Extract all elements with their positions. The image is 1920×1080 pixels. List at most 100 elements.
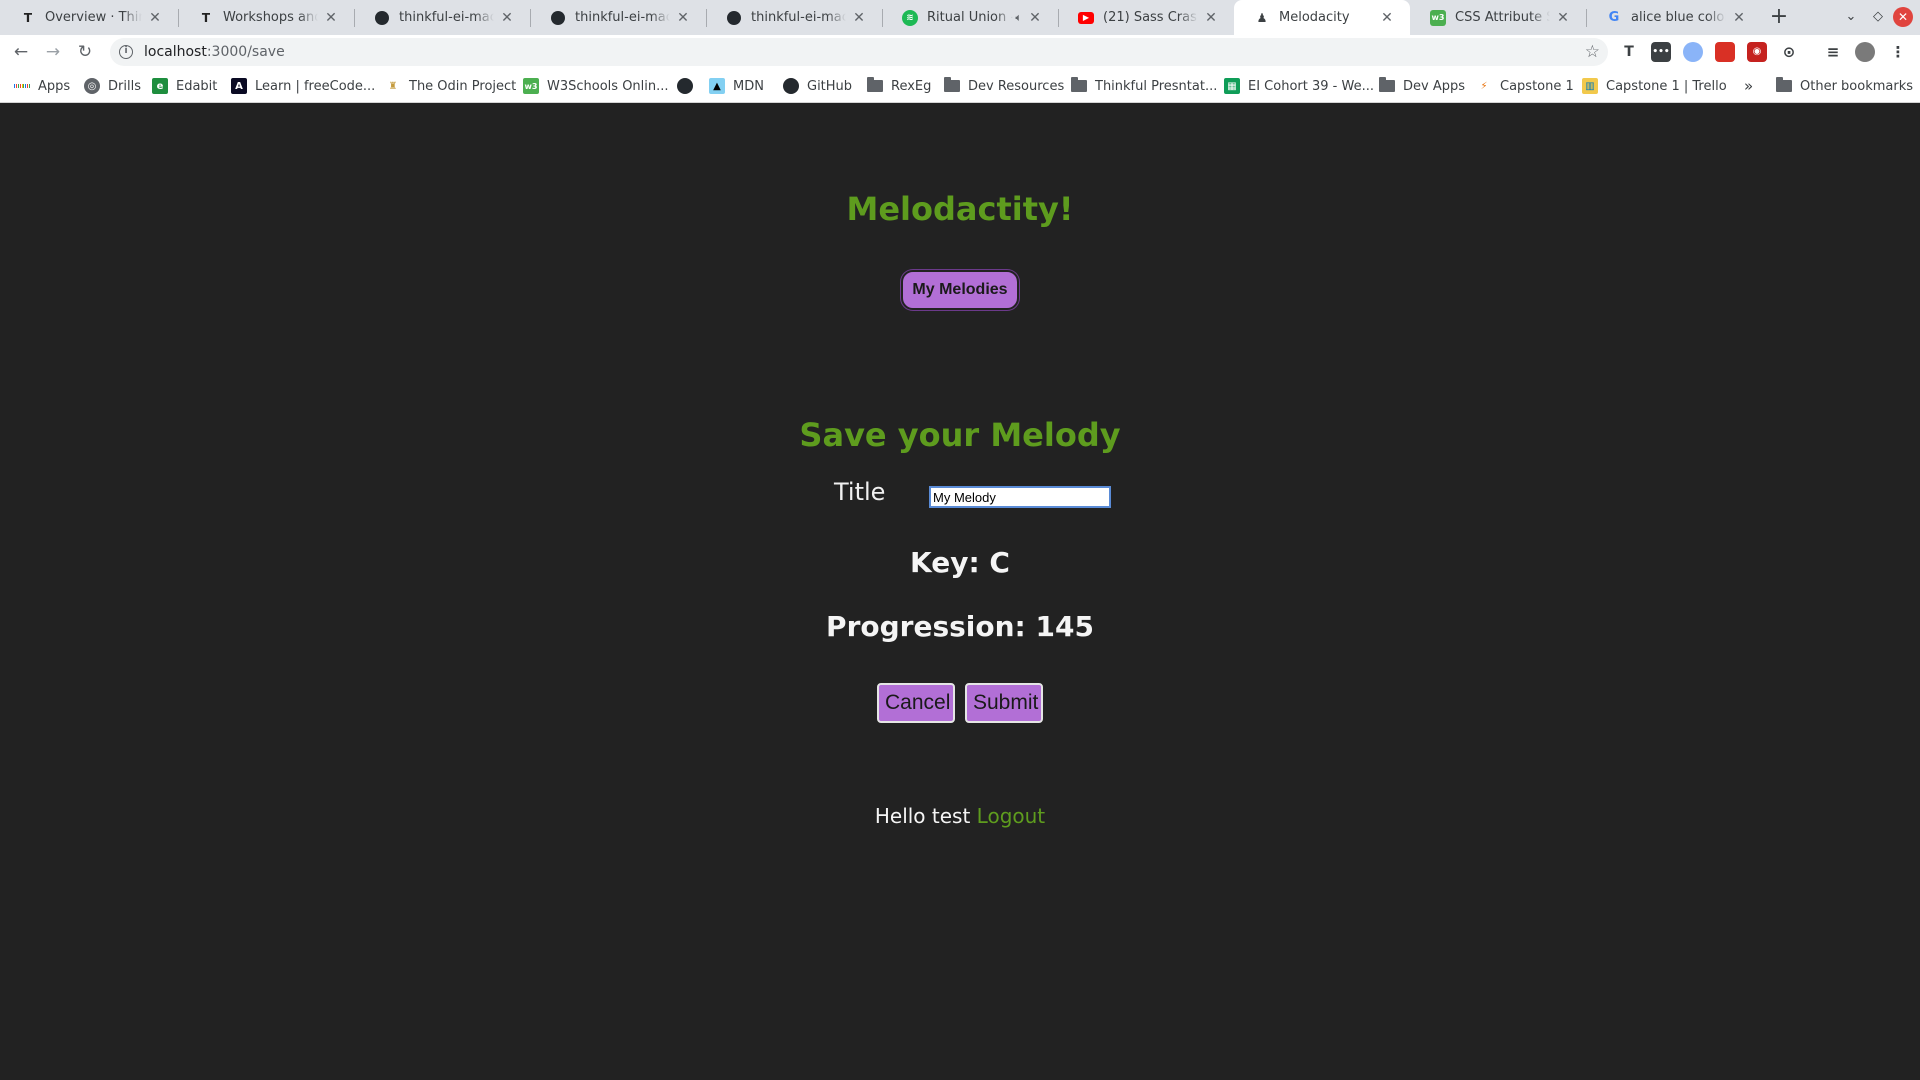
- bookmark-w3schools[interactable]: w3 W3Schools Onlin...: [523, 77, 669, 95]
- forward-icon[interactable]: →: [41, 40, 65, 64]
- bookmarks-overflow-button[interactable]: »: [1744, 77, 1753, 95]
- bookmark-label: RexEg: [891, 78, 932, 94]
- bookmark-capstone-trello[interactable]: ▥ Capstone 1 | Trello: [1582, 77, 1727, 95]
- close-icon[interactable]: ✕: [1378, 10, 1396, 26]
- tab-workshops[interactable]: T Workshops and Office Hours ✕: [178, 0, 354, 35]
- tab-title: alice blue color - Google: [1631, 10, 1726, 25]
- site-info-icon[interactable]: i: [119, 45, 133, 59]
- reload-icon[interactable]: ↻: [73, 40, 97, 64]
- key-display: Key: C: [910, 546, 1010, 579]
- github-icon: [677, 78, 693, 94]
- close-icon[interactable]: ✕: [850, 10, 868, 26]
- bookmark-capstone-1[interactable]: ⚡ Capstone 1: [1476, 77, 1574, 95]
- bookmark-drills[interactable]: ◎ Drills: [84, 77, 141, 95]
- tab-github-3[interactable]: thinkful-ei-macaw/ ✕: [706, 0, 882, 35]
- tab-github-1[interactable]: thinkful-ei-macaw/ ✕: [354, 0, 530, 35]
- tab-title: (21) Sass Crash Course: [1103, 10, 1198, 25]
- logout-link[interactable]: Logout: [977, 804, 1045, 828]
- password-extension-icon[interactable]: •••: [1651, 42, 1671, 62]
- bookmark-edabit[interactable]: e Edabit: [152, 77, 217, 95]
- tab-ritual-union[interactable]: ≋ Ritual Union - L 🔈︎ ✕: [882, 0, 1058, 35]
- tab-title: Workshops and Office Hours: [223, 10, 318, 25]
- red-extension-icon[interactable]: [1715, 42, 1735, 62]
- bookmark-star-icon[interactable]: ☆: [1585, 42, 1600, 62]
- profile-avatar[interactable]: [1855, 42, 1875, 62]
- tab-css-attribute-selectors[interactable]: w3 CSS Attribute Selectors ✕: [1410, 0, 1586, 35]
- tab-title: Melodacity: [1279, 10, 1350, 25]
- tab-overview-thinkful[interactable]: T Overview · Thinkful ✕: [0, 0, 178, 35]
- bookmark-github[interactable]: GitHub: [783, 77, 852, 95]
- cancel-button[interactable]: Cancel: [877, 683, 955, 723]
- github-icon: [550, 10, 566, 26]
- bookmark-dev-apps[interactable]: Dev Apps: [1379, 77, 1465, 95]
- color-extension-icon[interactable]: [1683, 42, 1703, 62]
- bookmark-rexeg[interactable]: RexEg: [867, 77, 931, 95]
- folder-icon: [944, 77, 960, 94]
- github-icon: [726, 10, 742, 26]
- tab-title: CSS Attribute Selectors: [1455, 10, 1550, 25]
- drills-icon: ◎: [84, 78, 100, 94]
- tab-strip: T Overview · Thinkful ✕ T Workshops and …: [0, 0, 1920, 35]
- url-text[interactable]: localhost:3000/save: [144, 44, 285, 60]
- close-icon[interactable]: ✕: [1554, 10, 1572, 26]
- tab-title: thinkful-ei-macaw/: [751, 10, 846, 25]
- bookmark-label: MDN: [733, 78, 764, 94]
- bookmark-ei-cohort[interactable]: ▦ EI Cohort 39 - We...: [1224, 77, 1374, 95]
- address-bar[interactable]: i localhost:3000/save ☆: [110, 38, 1608, 66]
- edabit-icon: e: [152, 78, 168, 94]
- bookmark-freecodecamp[interactable]: A Learn | freeCode...: [231, 77, 375, 95]
- bookmark-label: Thinkful Presntat...: [1095, 78, 1218, 94]
- url-host: localhost: [144, 44, 207, 60]
- close-icon[interactable]: ✕: [1026, 10, 1044, 26]
- title-input[interactable]: [929, 486, 1111, 508]
- thinkful-extension-icon[interactable]: T: [1619, 42, 1639, 62]
- my-melodies-button[interactable]: My Melodies: [901, 270, 1019, 310]
- bookmark-apps[interactable]: Apps: [14, 77, 70, 95]
- apps-grid-icon: [14, 78, 31, 94]
- speaker-icon[interactable]: 🔈︎: [1015, 11, 1022, 25]
- close-icon[interactable]: ✕: [146, 10, 164, 26]
- folder-icon: [1776, 77, 1792, 94]
- bookmark-label: Dev Resources: [968, 78, 1065, 94]
- close-icon[interactable]: ✕: [498, 10, 516, 26]
- new-tab-button[interactable]: +: [1765, 3, 1793, 31]
- save-heading: Save your Melody: [799, 416, 1121, 454]
- tab-sass-crash-course[interactable]: ▶ (21) Sass Crash Course ✕: [1058, 0, 1234, 35]
- github-icon: [374, 10, 390, 26]
- folder-icon: [1071, 77, 1087, 94]
- bookmarks-bar: Apps ◎ Drills e Edabit A Learn | freeCod…: [0, 69, 1920, 103]
- bookmark-dev-resources[interactable]: Dev Resources: [944, 77, 1064, 95]
- media-control-icon[interactable]: ≡: [1823, 42, 1843, 62]
- page-content: Melodactity! My Melodies Save your Melod…: [0, 104, 1920, 1080]
- close-icon[interactable]: ✕: [1202, 10, 1220, 26]
- bookmark-github-shortcut[interactable]: [677, 77, 701, 95]
- spotify-icon: ≋: [902, 9, 918, 26]
- close-icon[interactable]: ✕: [674, 10, 692, 26]
- youtube-icon: ▶: [1078, 11, 1094, 24]
- window-close-icon[interactable]: ✕: [1893, 7, 1913, 27]
- thinkful-icon: T: [201, 10, 211, 25]
- close-icon[interactable]: ✕: [322, 10, 340, 26]
- minimize-icon[interactable]: ◇: [1866, 5, 1890, 29]
- tab-search-icon[interactable]: ⌄: [1839, 5, 1863, 29]
- menu-kebab-icon[interactable]: ⋮: [1888, 42, 1908, 62]
- tab-melodacity[interactable]: ♟ Melodacity ✕: [1234, 0, 1410, 35]
- back-icon[interactable]: ←: [9, 40, 33, 64]
- bookmark-label: Capstone 1: [1500, 78, 1574, 94]
- title-label: Title: [834, 478, 886, 506]
- tab-title: Overview · Thinkful: [45, 10, 142, 25]
- close-icon[interactable]: ✕: [1730, 10, 1748, 26]
- submit-button[interactable]: Submit: [965, 683, 1043, 723]
- bookmark-odin-project[interactable]: ♜ The Odin Project: [385, 77, 517, 95]
- page-icon: ♟: [1256, 10, 1268, 25]
- thinkful-icon: T: [23, 10, 33, 25]
- tab-github-2[interactable]: thinkful-ei-macaw/ ✕: [530, 0, 706, 35]
- freecodecamp-icon: A: [231, 78, 247, 94]
- w3schools-icon: w3: [1430, 9, 1446, 26]
- bookmark-mdn[interactable]: ▲ MDN: [709, 77, 764, 95]
- bookmark-thinkful-presentations[interactable]: Thinkful Presntat...: [1071, 77, 1217, 95]
- timer-extension-icon[interactable]: ⊙: [1779, 42, 1799, 62]
- tab-alice-blue[interactable]: G alice blue color - Google ✕: [1586, 0, 1762, 35]
- bookmark-other[interactable]: Other bookmarks: [1776, 77, 1913, 95]
- capture-extension-icon[interactable]: ◉: [1747, 42, 1767, 62]
